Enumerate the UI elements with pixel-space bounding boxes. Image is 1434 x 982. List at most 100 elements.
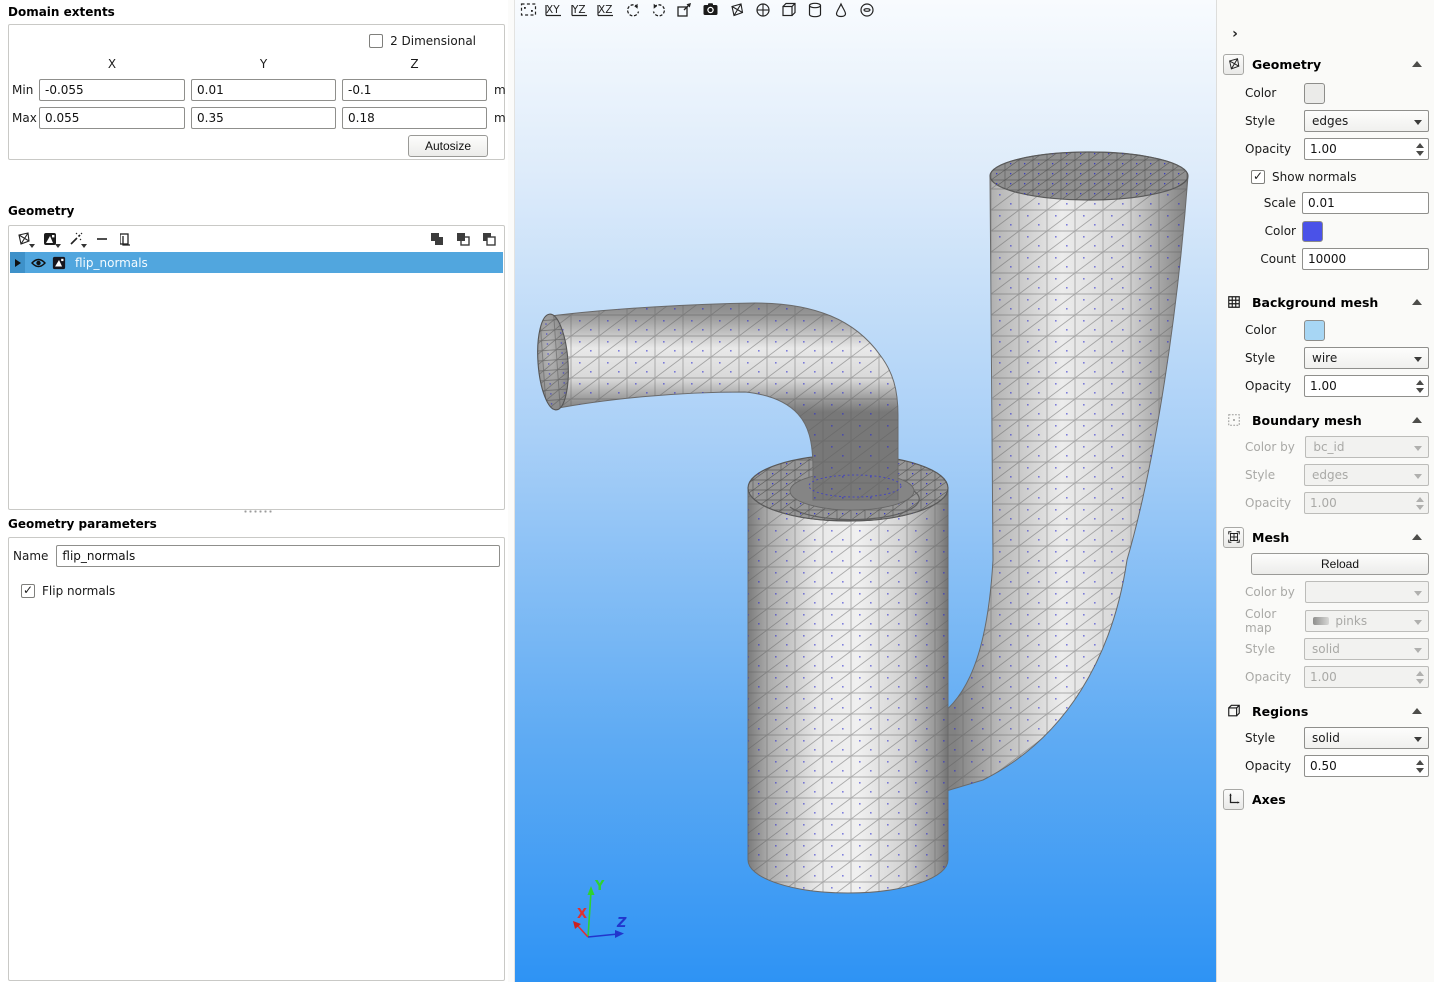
section-header-boundary-mesh[interactable]: Boundary mesh xyxy=(1223,409,1428,431)
column-header-y: Y xyxy=(191,57,336,71)
section-header-regions[interactable]: Regions xyxy=(1223,700,1428,722)
toggle-cone-icon[interactable] xyxy=(831,1,850,18)
mesh-opacity-label: Opacity xyxy=(1245,670,1300,684)
boundary-mesh-opacity-label: Opacity xyxy=(1245,496,1300,510)
screenshot-icon[interactable] xyxy=(701,1,720,18)
normals-scale-input[interactable] xyxy=(1302,192,1429,214)
toggle-geometry-icon[interactable] xyxy=(727,1,746,18)
geometry-style-value: edges xyxy=(1312,114,1348,128)
boolean-intersect-icon[interactable] xyxy=(454,230,472,248)
perspective-icon[interactable] xyxy=(675,1,694,18)
normals-color-label: Color xyxy=(1245,224,1302,238)
geometry-section-title: Geometry xyxy=(1252,57,1321,72)
name-input[interactable] xyxy=(56,545,500,567)
spinbox-arrows[interactable] xyxy=(1412,376,1428,396)
copy-icon[interactable] xyxy=(119,230,137,248)
axes-section-icon[interactable] xyxy=(1223,789,1244,810)
section-header-axes[interactable]: Axes xyxy=(1223,788,1428,810)
boundary-mesh-style-select: edges xyxy=(1304,464,1429,486)
two-dimensional-checkbox[interactable] xyxy=(369,34,383,48)
geometry-style-select[interactable]: edges xyxy=(1304,110,1429,132)
section-header-geometry[interactable]: Geometry xyxy=(1223,53,1428,75)
autosize-button[interactable]: Autosize xyxy=(408,135,488,157)
show-normals-checkbox[interactable] xyxy=(1251,170,1265,184)
reload-mesh-button[interactable]: Reload xyxy=(1251,553,1429,575)
min-unit-label: m xyxy=(494,83,506,97)
add-stl-icon[interactable] xyxy=(41,230,59,248)
collapse-arrow-icon[interactable] xyxy=(1412,417,1422,423)
collapse-arrow-icon[interactable] xyxy=(1412,708,1422,714)
view-yz-button[interactable]: YZ xyxy=(571,1,590,18)
settings-panel: Domain extents 2 Dimensional X Y Z Min m… xyxy=(0,0,508,982)
collapse-arrow-icon[interactable] xyxy=(1412,61,1422,67)
geometry-item-label: flip_normals xyxy=(75,256,148,270)
toggle-torus-icon[interactable] xyxy=(857,1,876,18)
3d-viewport[interactable]: Y X Z XY YZ XZ xyxy=(515,0,1216,982)
geometry-section-icon[interactable] xyxy=(1223,54,1244,75)
geometry-list-item-flip-normals[interactable]: flip_normals xyxy=(10,252,503,273)
remove-icon[interactable] xyxy=(93,230,111,248)
section-header-mesh[interactable]: Mesh xyxy=(1223,526,1428,548)
view-xy-button[interactable]: XY xyxy=(545,1,564,18)
axes-section-title: Axes xyxy=(1252,792,1286,807)
collapse-panel-icon[interactable]: › xyxy=(1227,26,1243,42)
boolean-union-icon[interactable] xyxy=(428,230,446,248)
y-min-input[interactable] xyxy=(191,79,336,101)
expand-arrow-icon[interactable] xyxy=(10,252,25,273)
regions-style-select[interactable]: solid xyxy=(1304,727,1429,749)
dropdown-caret-icon xyxy=(1414,120,1422,125)
mesh-section-title: Mesh xyxy=(1252,530,1289,545)
splitter-handle[interactable] xyxy=(243,509,273,514)
collapse-arrow-icon[interactable] xyxy=(1412,299,1422,305)
mesh-color-map-label: Color map xyxy=(1245,607,1305,635)
normals-count-input[interactable] xyxy=(1302,248,1429,270)
toggle-box-icon[interactable] xyxy=(779,1,798,18)
mesh-color-map-value: pinks xyxy=(1335,614,1367,628)
regions-opacity-input[interactable] xyxy=(1304,755,1429,777)
normals-scale-label: Scale xyxy=(1245,196,1302,210)
regions-style-label: Style xyxy=(1245,731,1300,745)
view-xz-button[interactable]: XZ xyxy=(597,1,616,18)
rotate-ccw-icon[interactable] xyxy=(623,1,642,18)
column-header-x: X xyxy=(39,57,185,71)
geometry-toolbar xyxy=(9,226,504,251)
geometry-color-swatch[interactable] xyxy=(1304,83,1325,104)
y-max-input[interactable] xyxy=(191,107,336,129)
panel-splitter[interactable] xyxy=(508,0,515,982)
wand-filter-icon[interactable] xyxy=(67,230,85,248)
mesh-section-icon[interactable] xyxy=(1223,527,1244,548)
spinbox-arrows[interactable] xyxy=(1412,139,1428,159)
rotate-cw-icon[interactable] xyxy=(649,1,668,18)
geometry-parameters-group: Name Flip normals xyxy=(8,537,505,981)
boundary-mesh-color-by-select: bc_id xyxy=(1305,436,1429,458)
x-max-input[interactable] xyxy=(39,107,185,129)
spinbox-arrows[interactable] xyxy=(1412,756,1428,776)
normals-count-label: Count xyxy=(1245,252,1302,266)
stl-file-icon xyxy=(52,256,66,270)
z-max-input[interactable] xyxy=(342,107,487,129)
boolean-difference-icon[interactable] xyxy=(480,230,498,248)
regions-section-icon[interactable] xyxy=(1223,701,1244,722)
show-normals-label: Show normals xyxy=(1272,170,1357,184)
z-min-input[interactable] xyxy=(342,79,487,101)
regions-opacity-label: Opacity xyxy=(1245,759,1300,773)
visibility-eye-icon[interactable] xyxy=(31,257,46,269)
collapse-arrow-icon[interactable] xyxy=(1412,534,1422,540)
toggle-cylinder-icon[interactable] xyxy=(805,1,824,18)
section-header-background-mesh[interactable]: Background mesh xyxy=(1223,291,1428,313)
background-mesh-color-swatch[interactable] xyxy=(1304,320,1325,341)
background-mesh-color-label: Color xyxy=(1245,323,1300,337)
add-geometry-icon[interactable] xyxy=(15,230,33,248)
min-row-label: Min xyxy=(12,83,33,97)
fit-view-icon[interactable] xyxy=(519,1,538,18)
x-min-input[interactable] xyxy=(39,79,185,101)
background-mesh-style-select[interactable]: wire xyxy=(1304,347,1429,369)
background-mesh-opacity-input[interactable] xyxy=(1304,375,1429,397)
geometry-opacity-input[interactable] xyxy=(1304,138,1429,160)
flip-normals-checkbox[interactable] xyxy=(21,584,35,598)
boundary-mesh-section-icon[interactable] xyxy=(1223,410,1244,431)
toggle-sphere-icon[interactable] xyxy=(753,1,772,18)
background-mesh-section-icon[interactable] xyxy=(1223,292,1244,313)
normals-color-swatch[interactable] xyxy=(1302,221,1323,242)
axis-label-x: X xyxy=(577,907,587,922)
